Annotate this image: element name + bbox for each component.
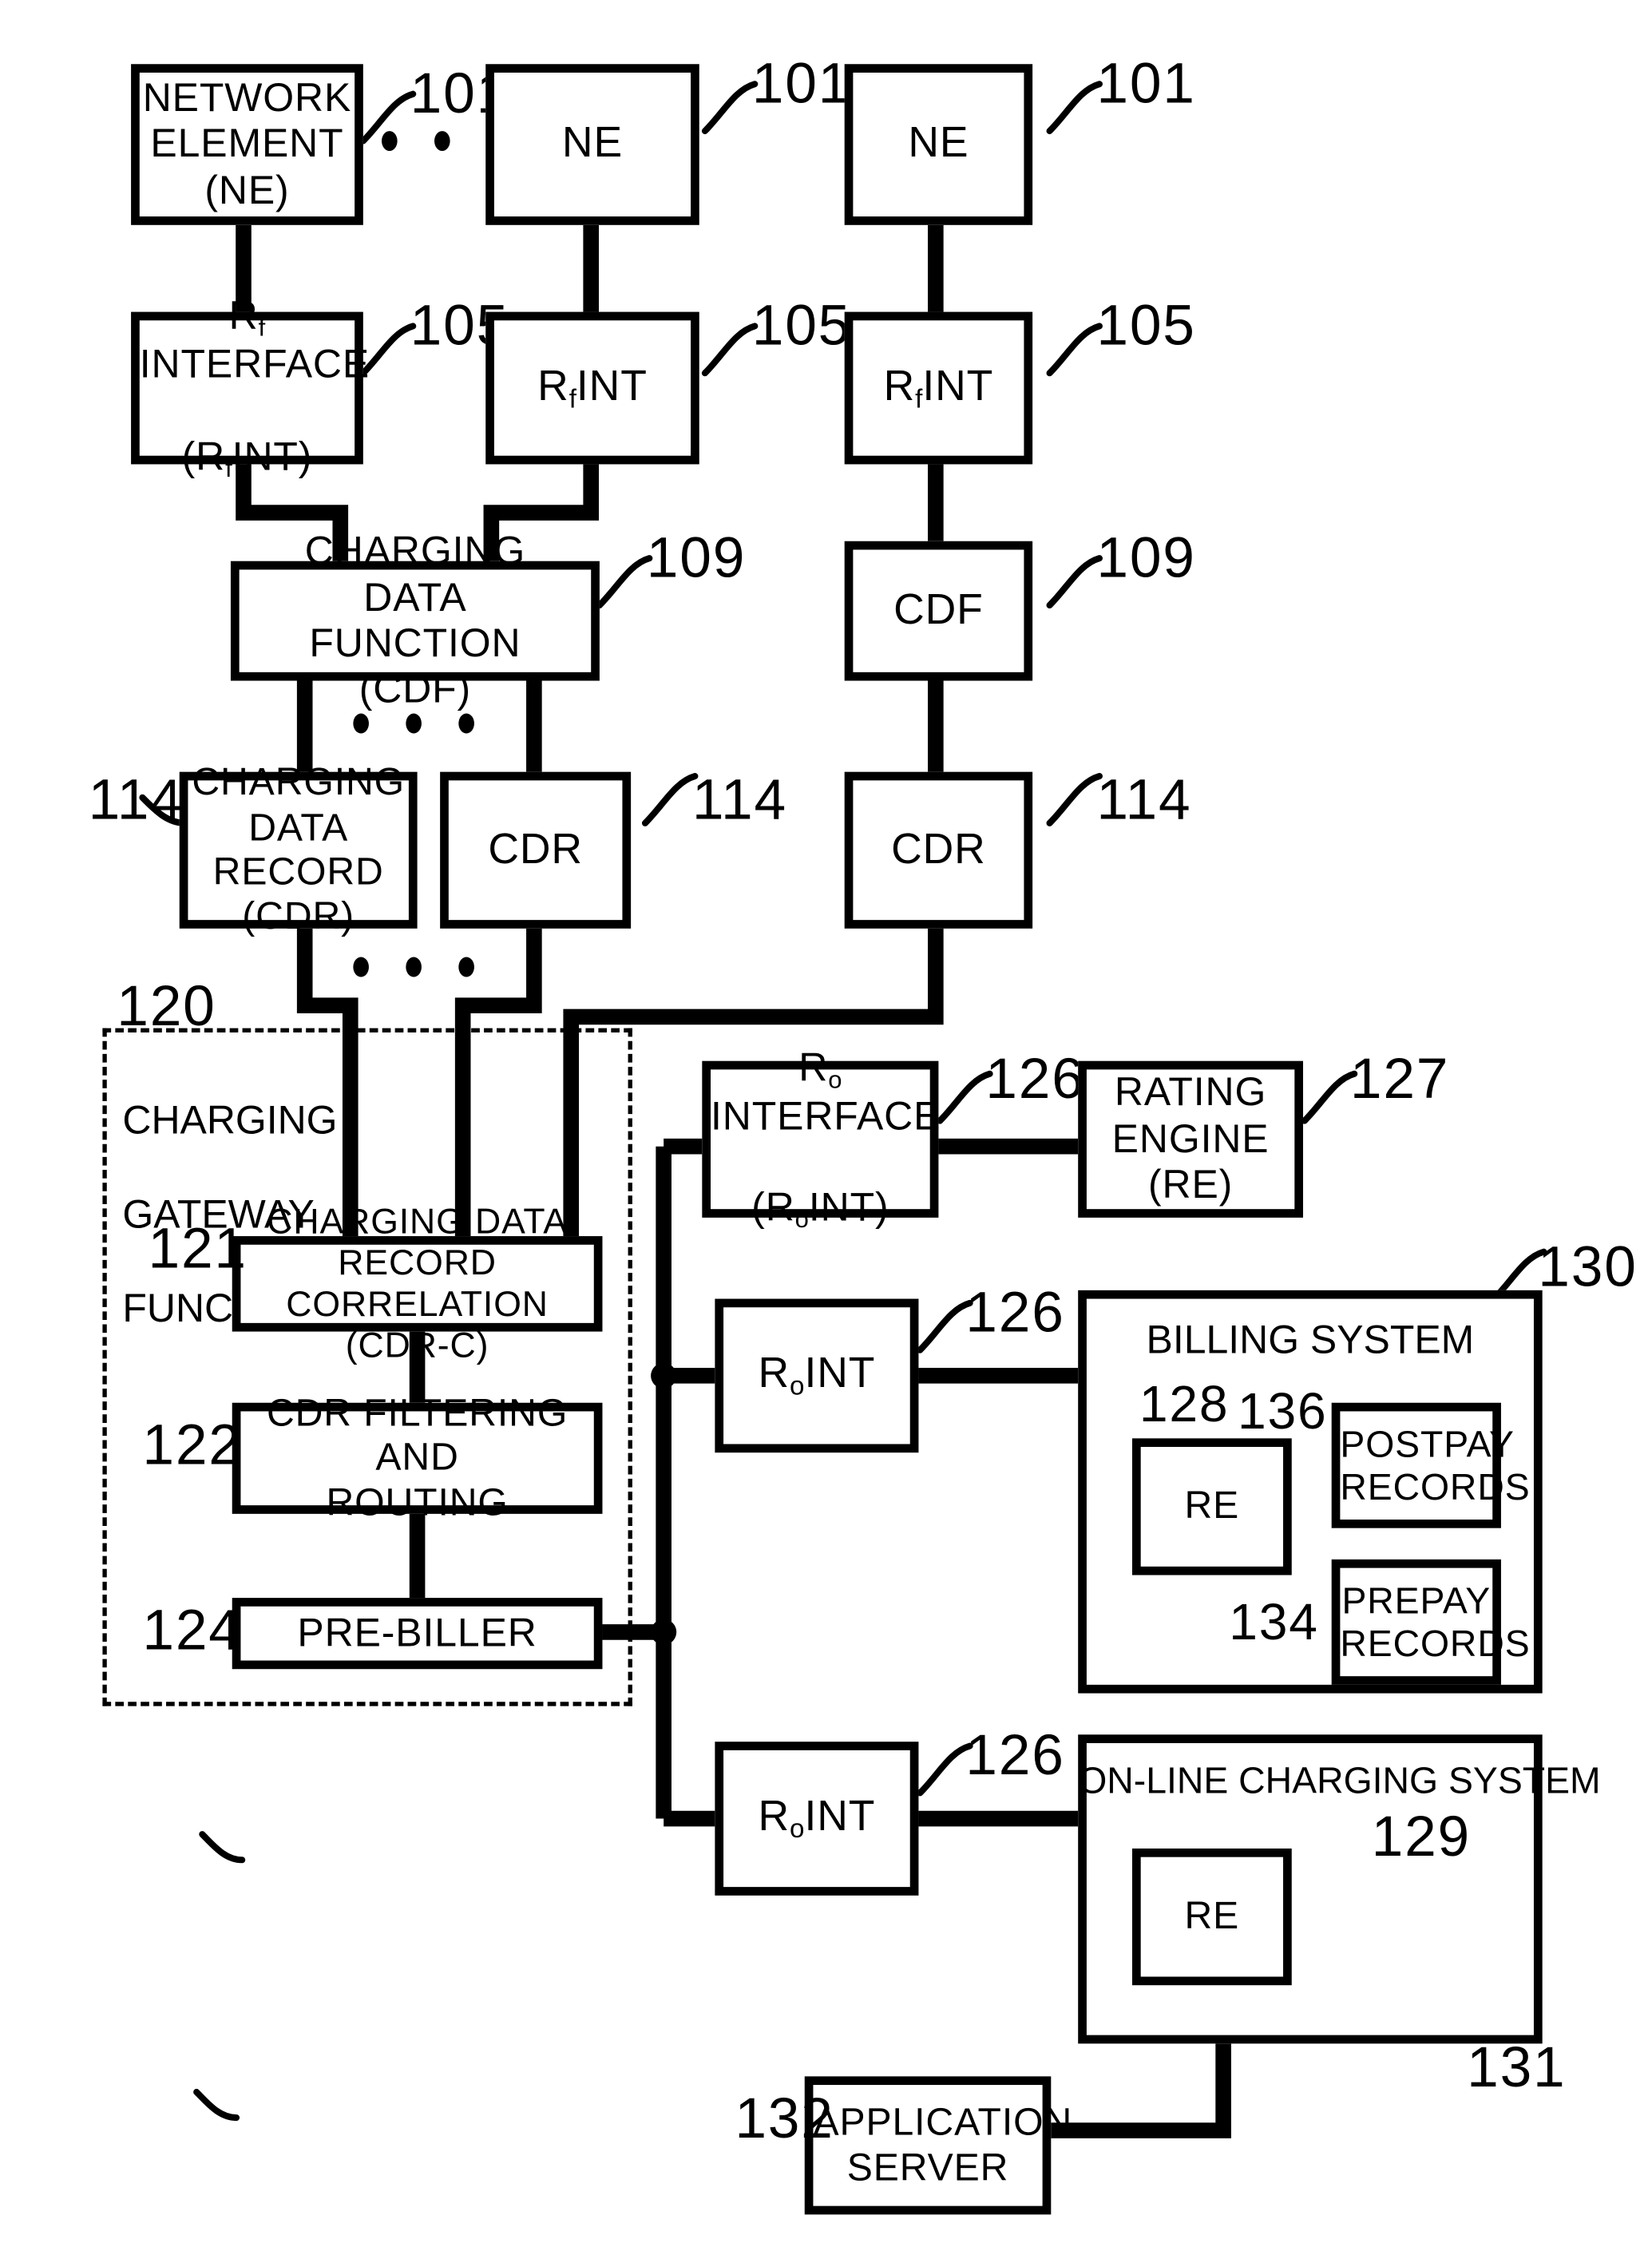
- ro3-label: RoINT: [758, 1793, 876, 1844]
- block-application-server[interactable]: APPLICATION SERVER: [804, 2076, 1072, 2215]
- block-prepay-records[interactable]: PREPAY RECORDS: [1331, 1559, 1530, 1685]
- block-network-element-3[interactable]: NE: [844, 64, 1033, 225]
- block-charging-data-record-3[interactable]: CDR: [844, 771, 1033, 929]
- rating-engine-line2: ENGINE (RE): [1111, 1116, 1270, 1207]
- ref-numeral-ocs: 131: [1467, 2036, 1567, 2099]
- ref-numeral-ro-int-2: 126: [965, 1282, 1065, 1345]
- ref-numeral-billing-re: 128: [1139, 1374, 1230, 1433]
- ref-numeral-cdr-filtering: 122: [142, 1414, 242, 1477]
- rf3-label: RfINT: [883, 363, 994, 413]
- block-postpay-records[interactable]: POSTPAY RECORDS: [1331, 1402, 1530, 1528]
- ne1-line1: NETWORK: [142, 75, 352, 120]
- ref-numeral-cdr-1: 114: [88, 769, 184, 832]
- block-charging-data-record-2[interactable]: CDR: [440, 771, 632, 929]
- block-ro-interface-3[interactable]: RoINT: [715, 1742, 919, 1896]
- ref-numeral-cdr-3: 114: [1096, 769, 1192, 832]
- filter-line2: ROUTING: [326, 1480, 509, 1524]
- ref-numeral-application-server: 132: [735, 2087, 834, 2151]
- ne2-label: NE: [561, 119, 624, 167]
- app-server-line2: SERVER: [846, 2145, 1009, 2189]
- cdf1-line2: FUNCTION (CDF): [309, 620, 521, 711]
- cdr3-label: CDR: [891, 825, 986, 873]
- block-network-element-2[interactable]: NE: [485, 64, 699, 225]
- block-ocs-rating-engine[interactable]: RE: [1131, 1848, 1292, 1986]
- ellipsis-between-network-elements: [382, 131, 503, 152]
- block-charging-data-record-1[interactable]: CHARGING DATA RECORD (CDR): [179, 761, 418, 937]
- ref-numeral-postpay-records: 136: [1237, 1381, 1328, 1441]
- ne3-label: NE: [908, 119, 969, 167]
- ro2-label: RoINT: [758, 1349, 876, 1401]
- cdf2-label: CDF: [893, 586, 984, 633]
- block-pre-biller[interactable]: PRE-BILLER: [232, 1598, 603, 1670]
- ellipsis-below-cdr: [353, 957, 474, 977]
- online-charging-system-title: ON-LINE CHARGING SYSTEM: [1078, 1758, 1601, 1802]
- cdr1-line3: (CDR): [242, 894, 355, 938]
- ref-numeral-rf-int-3: 105: [1096, 295, 1196, 358]
- ellipsis-below-cdf: [353, 713, 474, 734]
- ref-numeral-pre-biller: 124: [142, 1599, 242, 1662]
- ne1-line2: ELEMENT: [150, 121, 344, 166]
- postpay-line2: RECORDS: [1340, 1465, 1531, 1508]
- ref-numeral-ocs-re: 129: [1371, 1805, 1472, 1869]
- rating-engine-line1: RATING: [1114, 1069, 1267, 1115]
- rf2-label: RfINT: [537, 363, 648, 413]
- block-cdr-correlation[interactable]: CHARGING DATA RECORD CORRELATION (CDR-C): [232, 1201, 603, 1365]
- cdr1-line2: DATA RECORD: [212, 805, 384, 894]
- block-network-element-1[interactable]: NETWORK ELEMENT (NE): [131, 64, 363, 225]
- cdr1-line1: CHARGING: [192, 761, 406, 804]
- ref-numeral-cdf-2: 109: [1096, 526, 1196, 590]
- pre-biller-label: PRE-BILLER: [297, 1610, 537, 1655]
- block-ro-interface-1[interactable]: Ro INTERFACE (RoINT): [702, 1044, 940, 1234]
- ro1-line1: Ro INTERFACE: [711, 1044, 941, 1138]
- cdrc-line1: CHARGING DATA RECORD: [267, 1201, 568, 1283]
- app-server-line1: APPLICATION: [813, 2100, 1073, 2144]
- block-charging-data-function-1[interactable]: CHARGING DATA FUNCTION (CDF): [230, 529, 600, 711]
- block-billing-rating-engine[interactable]: RE: [1131, 1438, 1292, 1575]
- cdrc-line2: CORRELATION (CDR-C): [286, 1283, 549, 1365]
- ref-numeral-cgf: 120: [117, 975, 216, 1039]
- ref-numeral-cdr-2: 114: [691, 769, 787, 832]
- block-charging-data-function-2[interactable]: CDF: [844, 541, 1033, 681]
- rf1-line2: (RfINT): [181, 434, 313, 483]
- ref-numeral-ne-2: 101: [751, 52, 852, 116]
- prepay-line2: RECORDS: [1340, 1622, 1531, 1665]
- ref-numeral-rf-int-2: 105: [751, 295, 852, 358]
- ref-numeral-billing-system: 130: [1538, 1236, 1638, 1299]
- billing-system-title: BILLING SYSTEM: [1146, 1317, 1475, 1362]
- cdf1-line1: CHARGING DATA: [304, 528, 526, 619]
- billing-re-label: RE: [1184, 1484, 1240, 1528]
- block-rf-interface-1[interactable]: Rf INTERFACE (RfINT): [131, 293, 369, 482]
- ref-numeral-ne-3: 101: [1096, 52, 1196, 116]
- cdr2-label: CDR: [488, 825, 583, 873]
- ref-numeral-ro-int-3: 126: [965, 1724, 1065, 1788]
- postpay-line1: POSTPAY: [1340, 1422, 1515, 1465]
- ref-numeral-cdf-1: 109: [646, 526, 747, 590]
- block-ro-interface-2[interactable]: RoINT: [715, 1298, 919, 1453]
- ref-numeral-prepay-records: 134: [1229, 1591, 1319, 1651]
- ne1-line3: (NE): [204, 167, 290, 212]
- ref-numeral-cdr-c: 121: [148, 1217, 248, 1281]
- ocs-re-label: RE: [1184, 1894, 1240, 1938]
- block-rf-interface-3[interactable]: RfINT: [844, 311, 1033, 465]
- prepay-line1: PREPAY: [1341, 1579, 1492, 1623]
- ro1-line2: (RoINT): [751, 1185, 889, 1234]
- rf1-line1: Rf INTERFACE: [139, 293, 370, 386]
- block-rf-interface-2[interactable]: RfINT: [485, 311, 699, 465]
- patent-figure-sheet: NETWORK ELEMENT (NE) 101 NE 101 NE 101 R…: [0, 0, 1652, 2243]
- block-cdr-filtering-and-routing[interactable]: CDR FILTERING AND ROUTING: [232, 1392, 603, 1524]
- filter-line1: CDR FILTERING AND: [266, 1391, 568, 1479]
- ref-numeral-rating-engine: 127: [1349, 1048, 1450, 1112]
- ref-numeral-ro-int-1: 126: [985, 1048, 1085, 1112]
- block-rating-engine[interactable]: RATING ENGINE (RE): [1078, 1060, 1304, 1218]
